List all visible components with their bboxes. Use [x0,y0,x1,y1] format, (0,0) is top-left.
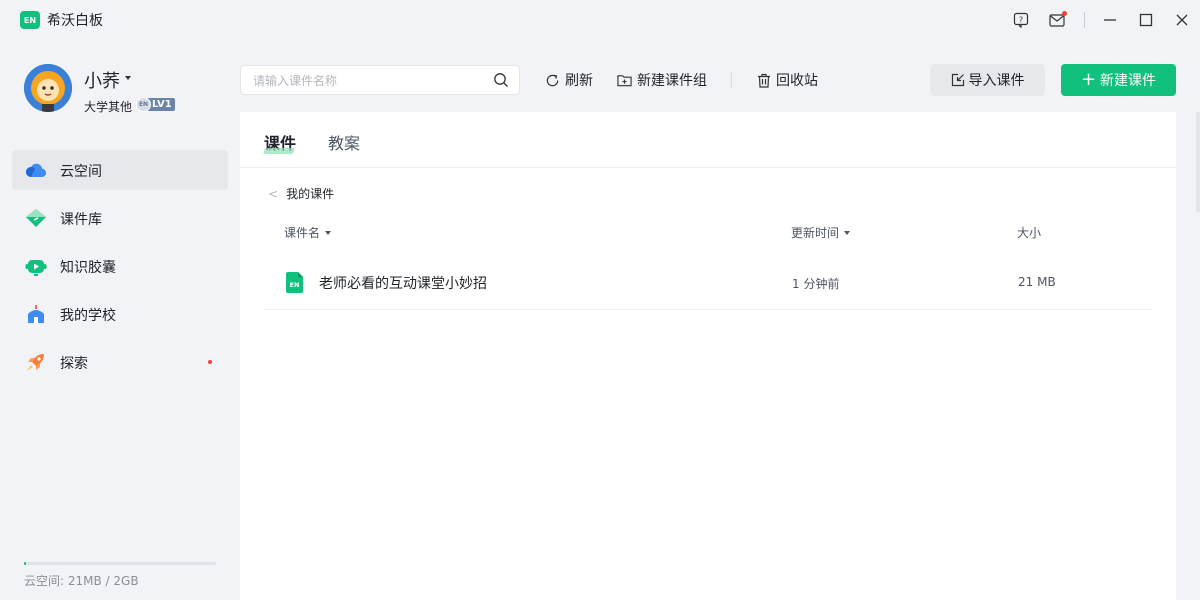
refresh-icon [546,74,559,86]
app-logo-icon: EN [20,11,40,29]
table-row[interactable]: EN 老师必看的互动课堂小妙招 1 分钟前 21 MB [264,258,1152,310]
courseware-file-icon: EN [286,272,303,293]
titlebar-divider [1084,12,1085,28]
user-menu-caret-icon[interactable] [125,76,131,80]
sidebar-item-label: 我的学校 [60,308,116,324]
svg-text:?: ? [1019,16,1023,25]
file-size: 21 MB [1018,275,1056,289]
storage-progress-fill [24,562,26,565]
scrollbar[interactable] [1196,112,1200,212]
explore-notification-dot [208,360,212,364]
breadcrumb-label: 我的课件 [286,187,335,201]
sidebar-item-label: 知识胶囊 [60,260,116,276]
new-courseware-label: 新建课件 [1100,73,1157,89]
toolbar-divider [731,72,732,88]
trash-icon [758,73,770,88]
capsule-icon [25,260,47,276]
maximize-icon[interactable] [1137,11,1155,29]
school-icon [28,305,44,323]
file-updated-time: 1 分钟前 [792,277,840,291]
main-panel: 课件 教案 < 我的课件 课件名 更新时间 大小 EN 老师必看的互动课堂小妙招… [240,112,1176,600]
column-header-label: 课件名 [284,226,321,240]
sidebar-item-explore[interactable]: 探索 [12,342,228,382]
sort-caret-icon [844,230,851,235]
sidebar-item-label: 云空间 [60,164,102,180]
column-header-updated[interactable]: 更新时间 [791,224,851,241]
level-badge: EN LV1 [136,97,175,112]
cloud-icon [26,163,47,178]
minimize-icon[interactable] [1101,11,1119,29]
avatar[interactable] [24,64,72,112]
search-icon[interactable] [493,72,509,88]
sidebar: 小荞 大学其他 EN LV1 云空间 课件库 知识胶囊 我的学校 探索 云空间:… [0,40,240,600]
user-name[interactable]: 小荞 [84,67,120,93]
new-group-label: 新建课件组 [637,73,707,89]
breadcrumb[interactable]: < 我的课件 [268,185,334,202]
column-header-name[interactable]: 课件名 [284,224,332,241]
active-tab-indicator [262,148,296,154]
new-courseware-button[interactable]: + 新建课件 [1061,64,1176,96]
import-icon [951,73,964,87]
sidebar-item-library[interactable]: 课件库 [12,198,228,238]
column-header-label: 更新时间 [791,226,840,240]
import-button[interactable]: 导入课件 [930,64,1045,96]
sidebar-item-label: 探索 [60,356,88,372]
import-label: 导入课件 [968,73,1025,89]
sidebar-item-capsule[interactable]: 知识胶囊 [12,246,228,286]
level-logo-icon: EN [136,97,151,112]
chevron-left-icon[interactable]: < [268,187,278,201]
file-name[interactable]: 老师必看的互动课堂小妙招 [319,273,487,293]
column-header-label: 大小 [1017,226,1042,240]
library-icon [26,209,46,227]
close-icon[interactable] [1173,11,1191,29]
sidebar-item-label: 课件库 [60,212,102,228]
sidebar-item-school[interactable]: 我的学校 [12,294,228,334]
user-org: 大学其他 [84,100,133,114]
app-title: 希沃白板 [47,13,103,29]
sort-caret-icon [325,230,332,235]
storage-label: 云空间: 21MB / 2GB [24,574,139,588]
tabs-divider [240,167,1176,168]
search-input[interactable] [253,72,483,90]
recycle-bin-label: 回收站 [776,73,818,89]
title-bar: EN 希沃白板 ? [0,0,1200,40]
sidebar-item-cloud[interactable]: 云空间 [12,150,228,190]
recycle-bin-button[interactable]: 回收站 [757,70,818,90]
search-box[interactable] [240,65,520,95]
new-group-button[interactable]: 新建课件组 [617,70,707,90]
rocket-icon [27,354,44,371]
plus-icon: + [1080,69,1097,90]
storage-progress-bar [24,562,216,565]
svg-text:EN: EN [290,281,300,289]
folder-add-icon [617,75,632,87]
mail-notification-dot [1062,11,1067,16]
refresh-label: 刷新 [565,73,593,89]
column-header-size: 大小 [1017,224,1041,241]
tab-lesson-plan[interactable]: 教案 [328,130,360,154]
refresh-button[interactable]: 刷新 [545,70,593,90]
help-icon[interactable]: ? [1012,11,1030,29]
